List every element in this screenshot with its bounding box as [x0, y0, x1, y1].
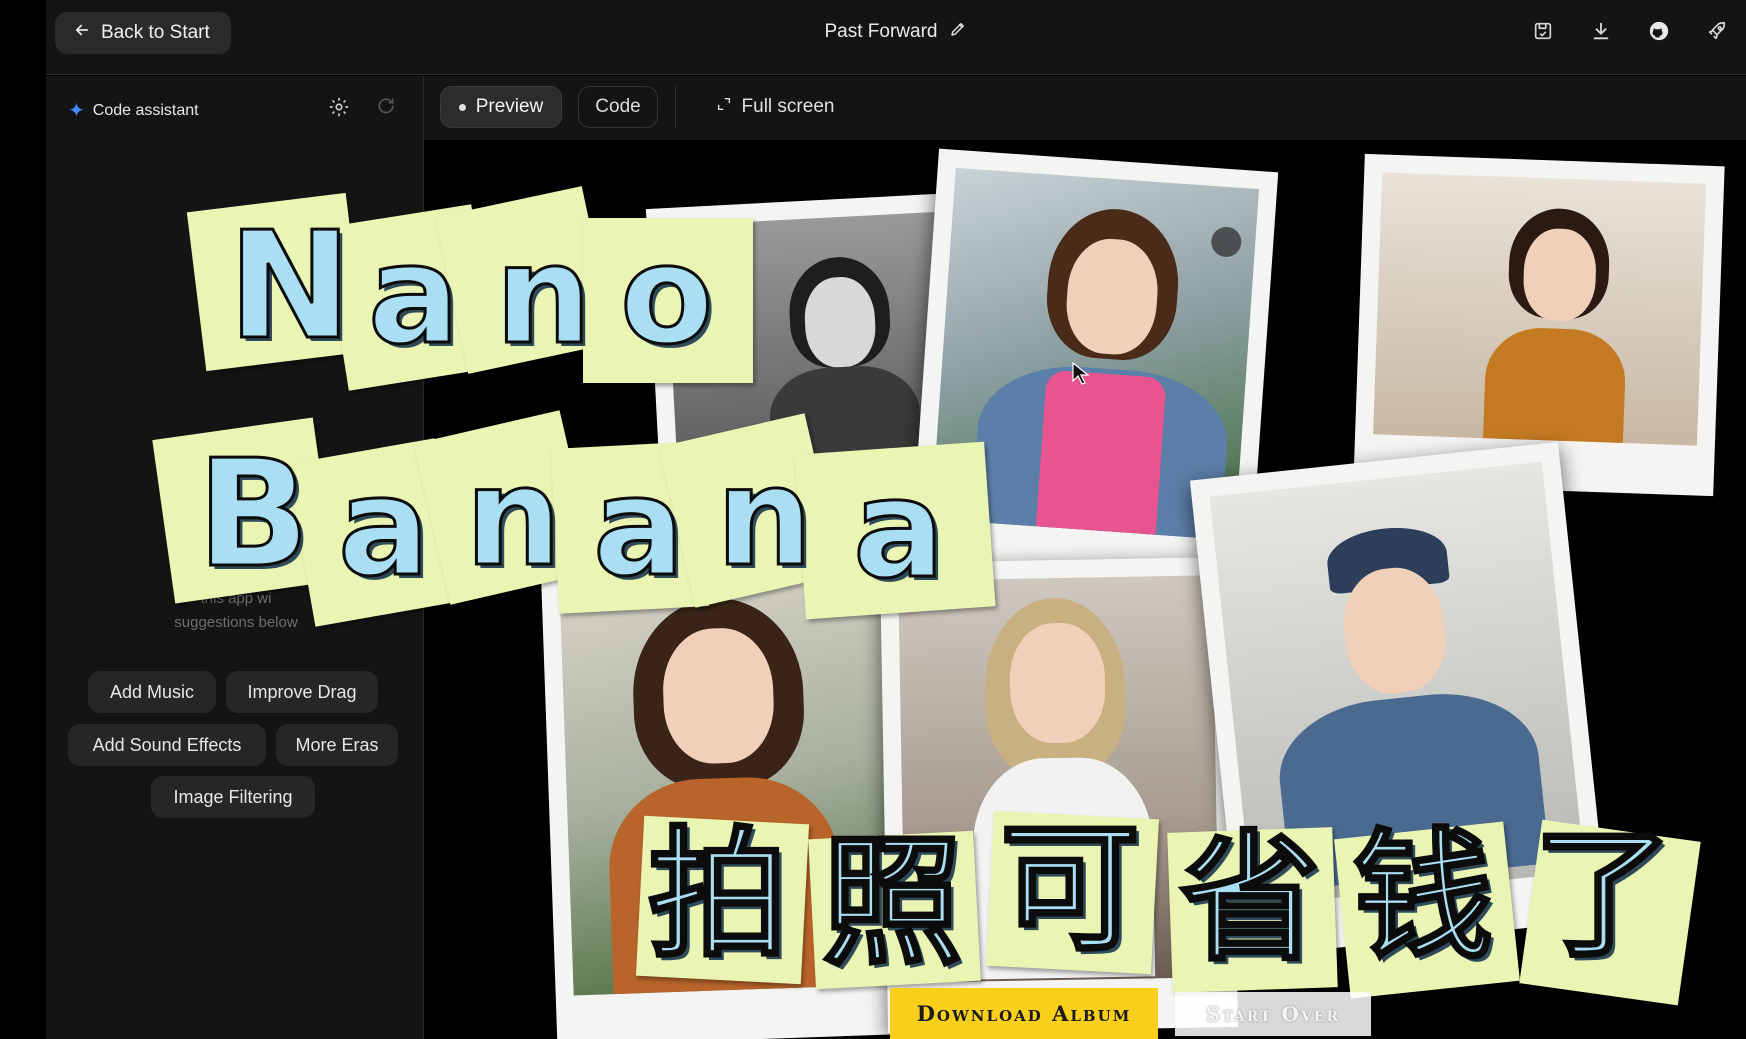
tab-preview[interactable]: Preview — [440, 86, 562, 128]
top-actions — [1532, 20, 1728, 42]
full-screen-button[interactable]: Full screen — [710, 86, 840, 128]
title-letter: n — [494, 217, 594, 375]
save-icon[interactable] — [1532, 20, 1554, 42]
title-character: 钱 — [1351, 816, 1494, 979]
code-assistant-header: ✦ Code assistant — [68, 98, 199, 123]
title-letter: n — [715, 439, 815, 597]
title-letter: o — [618, 217, 714, 375]
gear-icon[interactable] — [328, 96, 350, 118]
start-over-button[interactable]: Start Over — [1175, 992, 1371, 1036]
full-screen-label: Full screen — [741, 96, 835, 117]
suggestion-image-filtering-button[interactable]: Image Filtering — [151, 776, 315, 818]
photo-download-icon[interactable] — [1210, 225, 1243, 258]
suggestion-improve-drag-button[interactable]: Improve Drag — [226, 671, 378, 713]
app-title: Past Forward — [824, 21, 938, 42]
expand-icon — [716, 96, 732, 118]
title-letter: a — [852, 451, 947, 609]
title-letter: n — [464, 439, 564, 597]
suggestion-add-sound-effects-button[interactable]: Add Sound Effects — [68, 724, 266, 766]
photo-1960s — [1373, 172, 1707, 446]
mouse-cursor-icon — [1072, 361, 1090, 391]
suggestion-more-eras-button[interactable]: More Eras — [276, 724, 398, 766]
title-character: 照 — [820, 822, 963, 985]
tab-preview-label: Preview — [475, 96, 544, 117]
title-letter: a — [592, 449, 687, 607]
title-letter: a — [367, 217, 462, 375]
rocket-icon[interactable] — [1706, 20, 1728, 42]
code-assistant-title: Code assistant — [92, 101, 199, 119]
sparkle-icon: ✦ — [68, 100, 85, 122]
toolbar-divider — [675, 86, 676, 128]
pencil-icon[interactable] — [949, 20, 967, 44]
suggestion-add-music-button[interactable]: Add Music — [88, 671, 216, 713]
title-character: 可 — [998, 808, 1141, 971]
title-character: 拍 — [646, 814, 789, 977]
title-character: 省 — [1178, 818, 1321, 981]
app-title-area: Past Forward — [46, 20, 1746, 44]
title-letter: B — [196, 428, 312, 600]
download-album-button[interactable]: Download Album — [890, 988, 1158, 1039]
top-bar: Back to Start Past Forward — [46, 0, 1746, 75]
active-dot-icon — [458, 103, 466, 111]
github-icon[interactable] — [1648, 20, 1670, 42]
title-letter: N — [227, 200, 354, 372]
refresh-icon[interactable] — [376, 96, 396, 116]
tab-code[interactable]: Code — [578, 86, 658, 128]
title-letter: a — [337, 449, 432, 607]
preview-toolbar: Preview Code Full screen — [424, 76, 1746, 140]
title-character: 了 — [1531, 814, 1674, 977]
download-icon[interactable] — [1590, 20, 1612, 42]
